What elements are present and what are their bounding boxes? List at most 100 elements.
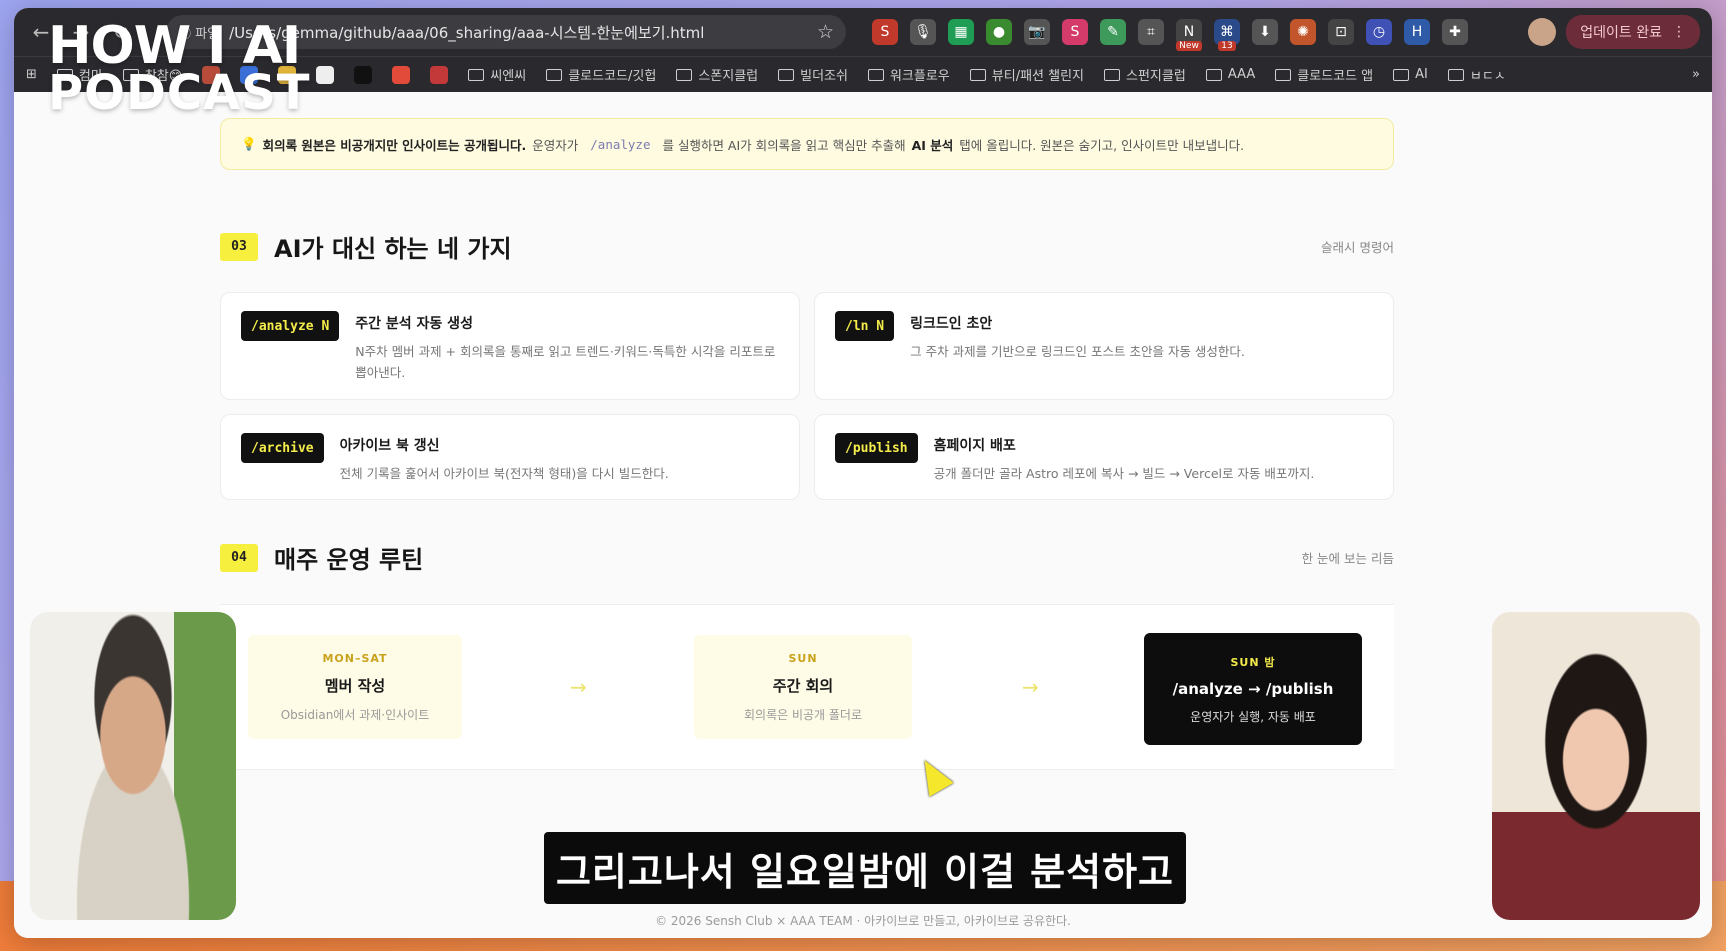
extension-badge: 13: [1218, 41, 1236, 51]
podcast-logo: HOW I AI PODCAST: [48, 16, 311, 122]
card-description: 공개 폴더만 골라 Astro 레포에 복사 → 빌드 → Vercel로 자동…: [933, 466, 1315, 481]
section-title: 매주 운영 루틴: [274, 546, 424, 574]
leaf-ext-icon[interactable]: ✎: [1100, 19, 1126, 45]
logo-line-2: PODCAST: [48, 65, 311, 122]
bookmark-folder[interactable]: 스펀지클럽: [1104, 65, 1186, 84]
extension-badge: New: [1176, 41, 1202, 51]
step-tag: SUN: [788, 651, 818, 665]
arrow-right-icon: →: [570, 675, 587, 699]
bookmark-folder[interactable]: AAA: [1205, 67, 1256, 82]
folder-icon: [468, 68, 485, 81]
command-chip: /archive: [241, 433, 324, 463]
notice-pre: 운영자가: [532, 137, 579, 153]
tab-ext-icon[interactable]: ⌘ 13: [1214, 19, 1240, 51]
bookmark-label: ㅂㄷㅅ: [1469, 69, 1506, 84]
site-favicon-icon: [316, 65, 335, 84]
bookmark-label: 워크플로우: [889, 69, 950, 84]
page-footer: © 2026 Sensh Club × AAA TEAM · 아카이브로 만들고…: [655, 914, 1071, 928]
section-number: 04: [220, 543, 258, 572]
notice-strong: AI 분석: [911, 137, 954, 153]
bookmark-label: 스폰지클럽: [698, 69, 759, 84]
routine-step-sun: SUN 주간 회의 회의록은 비공개 폴더로: [694, 635, 912, 739]
bookmark-folder[interactable]: 클로드코드 앱: [1275, 65, 1373, 84]
bookmark-site[interactable]: [316, 65, 335, 84]
bookmark-star-icon[interactable]: ☆: [817, 21, 834, 43]
notice-code: /analyze: [590, 136, 651, 152]
card-title: 아카이브 북 갱신: [339, 438, 440, 454]
bookmark-folder[interactable]: 클로드코드/깃헙: [546, 65, 656, 84]
card-title: 주간 분석 자동 생성: [355, 316, 473, 332]
command-card-ln: /ln N 링크드인 초안 그 주차 과제를 기반으로 링크드인 포스트 초안을…: [814, 292, 1394, 400]
sun-ext-icon[interactable]: ✺: [1290, 19, 1316, 45]
section-04-header: 04 매주 운영 루틴 한 눈에 보는 리듬: [220, 540, 1394, 575]
mic-ext-icon[interactable]: 🎙: [910, 19, 936, 45]
info-notice: 💡 회의록 원본은 비공개지만 인사이트는 공개됩니다. 운영자가 /analy…: [220, 118, 1394, 170]
routine-step-mon-sat: MON–SAT 멤버 작성 Obsidian에서 과제·인사이트: [248, 635, 462, 739]
routine-step-sun-night: SUN 밤 /analyze → /publish 운영자가 실행, 자동 배포: [1144, 633, 1362, 745]
step-tag: SUN 밤: [1230, 655, 1276, 669]
more-menu-icon[interactable]: ⋮: [1672, 24, 1686, 40]
clock-ext-icon[interactable]: ◷: [1366, 19, 1392, 45]
extensions-row: S 🎙 ▦ ● 📷 S ✎ ⌗ N New ⌘ 13 ⬇ ✺ ⊡ ◷ H ✚: [872, 19, 1518, 51]
scan-ext-icon[interactable]: ⊡: [1328, 19, 1354, 45]
bookmark-folder[interactable]: ㅂㄷㅅ: [1447, 65, 1506, 84]
camera-ext-icon[interactable]: 📷: [1024, 19, 1050, 45]
logo-line-1: HOW I AI: [48, 16, 301, 76]
folder-icon: [676, 68, 693, 81]
red-s-ext-icon[interactable]: S: [872, 19, 898, 45]
bulb-icon: 💡: [241, 136, 257, 151]
folder-icon: [1393, 68, 1410, 81]
bookmark-site[interactable]: [354, 65, 373, 84]
h-ext-icon[interactable]: H: [1404, 19, 1430, 45]
bookmark-site[interactable]: [430, 65, 449, 84]
bookmark-folder[interactable]: 씨엔씨: [468, 65, 526, 84]
s-ext-icon[interactable]: S: [1062, 19, 1088, 45]
bookmark-folder[interactable]: 빌더조쉬: [778, 65, 848, 84]
profile-avatar[interactable]: [1528, 18, 1557, 46]
step-subtitle: Obsidian에서 과제·인사이트: [280, 707, 430, 722]
section-number: 03: [220, 232, 258, 261]
card-description: N주차 멤버 과제 + 회의록을 통째로 읽고 트렌드·키워드·독특한 시각을 …: [355, 344, 776, 381]
card-description: 그 주차 과제를 기반으로 링크드인 포스트 초안을 자동 생성한다.: [910, 344, 1245, 359]
green-circle-ext-icon[interactable]: ●: [986, 19, 1012, 45]
command-card-archive: /archive 아카이브 북 갱신 전체 기록을 훑어서 아카이브 북(전자책…: [220, 414, 800, 500]
bracket-ext-icon[interactable]: ⌗: [1138, 19, 1164, 45]
bookmark-folder[interactable]: 뷰티/패션 챌린지: [969, 65, 1084, 84]
weekly-routine-flow: MON–SAT 멤버 작성 Obsidian에서 과제·인사이트 → SUN 주…: [220, 604, 1394, 770]
notice-post: 를 실행하면 AI가 회의록을 읽고 핵심만 추출해: [662, 137, 906, 153]
update-button[interactable]: 업데이트 완료 ⋮: [1566, 15, 1700, 49]
bookmark-label: 빌더조쉬: [800, 69, 848, 84]
apps-grid-icon[interactable]: ⊞: [26, 67, 37, 82]
command-chip: /publish: [835, 433, 918, 463]
step-title: 멤버 작성: [324, 676, 386, 695]
bookmark-folder[interactable]: 스폰지클럽: [676, 65, 758, 84]
folder-icon: [1275, 68, 1292, 81]
folder-icon: [1205, 68, 1222, 81]
card-title: 홈페이지 배포: [933, 438, 1016, 454]
site-favicon-icon: [430, 65, 449, 84]
section-title: AI가 대신 하는 네 가지: [274, 235, 512, 263]
card-description: 전체 기록을 훑어서 아카이브 북(전자책 형태)을 다시 빌드한다.: [339, 466, 669, 481]
video-subtitle: 그리고나서 일요일밤에 이걸 분석하고: [544, 832, 1186, 904]
section-side-label: 한 눈에 보는 리듬: [1301, 551, 1394, 566]
arrow-right-icon: →: [1022, 675, 1039, 699]
download-ext-icon[interactable]: ⬇: [1252, 19, 1278, 45]
webcam-guest-right: [1492, 612, 1700, 920]
command-card-analyze: /analyze N 주간 분석 자동 생성 N주차 멤버 과제 + 회의록을 …: [220, 292, 800, 400]
bookmark-label: 스펀지클럽: [1126, 69, 1186, 84]
notice-emphasis: 회의록 원본은 비공개지만 인사이트는 공개됩니다.: [262, 137, 527, 153]
card-title: 링크드인 초안: [910, 316, 993, 332]
bookmark-label: AI: [1415, 67, 1428, 82]
bookmarks-overflow-icon[interactable]: »: [1692, 67, 1700, 82]
bookmark-folder[interactable]: 워크플로우: [867, 65, 950, 84]
step-tag: MON–SAT: [322, 651, 388, 665]
puzzle-ext-icon[interactable]: ✚: [1442, 19, 1468, 45]
bookmark-label: 클로드코드/깃헙: [568, 69, 657, 84]
bookmark-folder[interactable]: AI: [1393, 67, 1428, 82]
folder-icon: [1104, 68, 1121, 81]
new-ext-icon[interactable]: N New: [1176, 19, 1202, 51]
bookmark-label: AAA: [1227, 67, 1256, 82]
green-sheet-ext-icon[interactable]: ▦: [948, 19, 974, 45]
url-text[interactable]: /Users/gemma/github/aaa/06_sharing/aaa-시…: [229, 22, 807, 43]
bookmark-site[interactable]: [392, 65, 411, 84]
